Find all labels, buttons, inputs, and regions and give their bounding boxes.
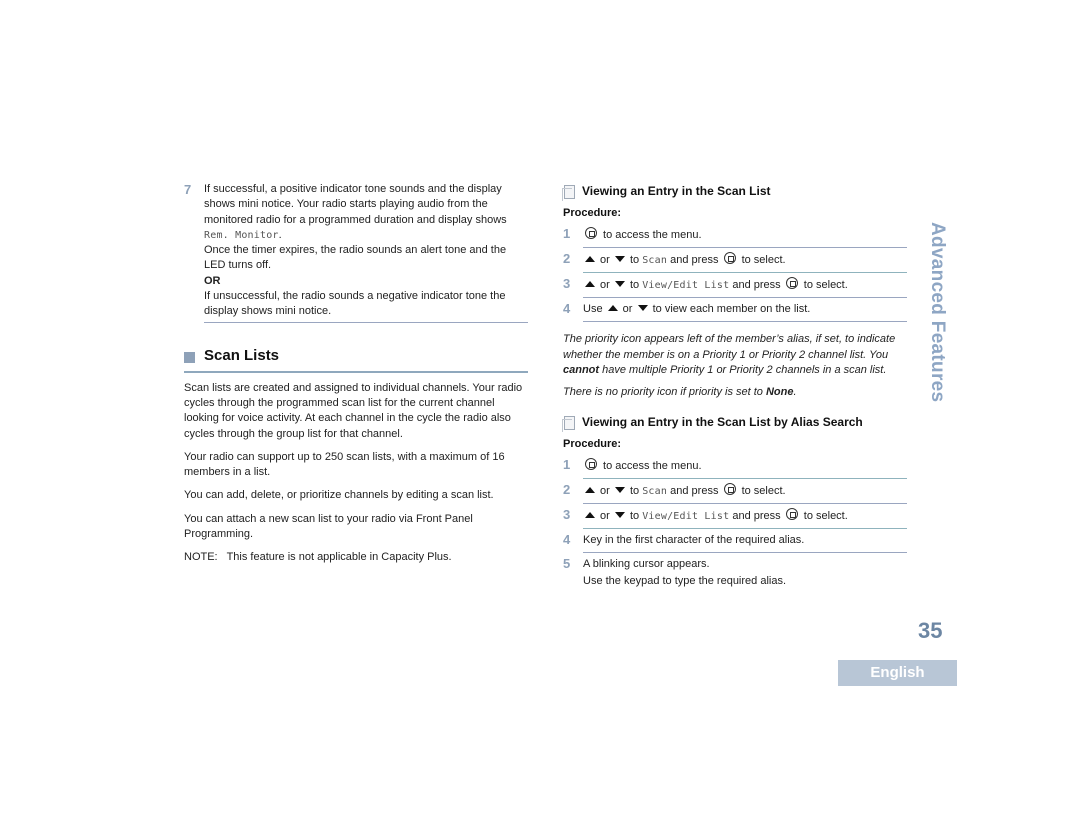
- procedure-step: 2 or to Scan and press to select.: [563, 479, 907, 504]
- page-number: 35: [918, 618, 943, 643]
- down-arrow-icon: [614, 487, 625, 493]
- up-arrow-icon: [607, 305, 618, 311]
- procedure-step: 2 or to Scan and press to select.: [563, 248, 907, 273]
- up-arrow-icon: [585, 512, 595, 518]
- down-arrow-icon: [614, 281, 625, 287]
- priority-none-note: There is no priority icon if priority is…: [563, 385, 797, 398]
- up-arrow-icon: [585, 281, 595, 287]
- menu-ok-button-icon: [585, 458, 597, 470]
- procedure-label: Procedure:: [563, 207, 622, 219]
- procedure-step: 4 Key in the first character of the requ…: [563, 529, 907, 553]
- procedure-step: 3 or to View/Edit List and press to sele…: [563, 273, 907, 298]
- step-number: 7: [184, 182, 192, 197]
- menu-ok-button-icon: [785, 508, 798, 520]
- down-arrow-icon: [614, 256, 625, 262]
- step-7: 7 If successful, a positive indicator to…: [184, 182, 528, 323]
- paragraph: Your radio can support up to 250 scan li…: [184, 450, 505, 479]
- down-arrow-icon: [614, 512, 625, 518]
- left-column: 7 If successful, a positive indicator to…: [184, 182, 528, 566]
- divider: [583, 321, 907, 322]
- section-square-icon: [184, 351, 195, 363]
- up-arrow-icon: [585, 487, 595, 493]
- divider: [204, 321, 528, 323]
- step-7-success-text: If successful, a positive indicator tone…: [204, 183, 507, 241]
- procedure-step: 4 Use or to view each member on the list…: [563, 298, 907, 322]
- language-tab: English: [838, 660, 957, 686]
- menu-ok-button-icon: [585, 227, 597, 239]
- procedure-step: 1 to access the menu.: [563, 454, 907, 479]
- subsection-heading: Viewing an Entry in the Scan List: [562, 183, 907, 201]
- section-heading: Scan Lists: [184, 347, 528, 369]
- up-arrow-icon: [585, 256, 595, 262]
- procedure-label: Procedure:: [563, 438, 622, 450]
- procedure-step: 5 A blinking cursor appears. Use the key…: [563, 556, 787, 587]
- chapter-label: Advanced Features: [927, 222, 948, 403]
- priority-note: The priority icon appears left of the me…: [563, 333, 896, 376]
- menu-ok-button-icon: [723, 252, 736, 264]
- paragraph: Scan lists are created and assigned to i…: [184, 381, 523, 440]
- document-icon: [562, 416, 575, 432]
- procedure-step: 1 to access the menu.: [563, 223, 907, 248]
- note: NOTE: This feature is not applicable in …: [184, 551, 452, 564]
- paragraph: You can add, delete, or prioritize chann…: [184, 489, 494, 502]
- paragraph: You can attach a new scan list to your r…: [184, 512, 473, 541]
- procedure-step: 3 or to View/Edit List and press to sele…: [563, 504, 907, 529]
- or-label: OR: [204, 274, 221, 287]
- subsection-heading: Viewing an Entry in the Scan List by Ali…: [562, 414, 907, 432]
- step-7-fail-text: If unsuccessful, the radio sounds a nega…: [204, 290, 506, 318]
- right-column: Viewing an Entry in the Scan List Proced…: [562, 183, 907, 594]
- section-title: Scan Lists: [204, 346, 280, 364]
- menu-ok-button-icon: [785, 277, 798, 289]
- down-arrow-icon: [637, 305, 648, 311]
- section-divider: [184, 370, 528, 373]
- step-7-timer-text: Once the timer expires, the radio sounds…: [204, 244, 507, 272]
- display-text-rem-monitor: Rem. Monitor: [204, 229, 279, 241]
- document-icon: [562, 185, 575, 201]
- menu-ok-button-icon: [723, 483, 736, 495]
